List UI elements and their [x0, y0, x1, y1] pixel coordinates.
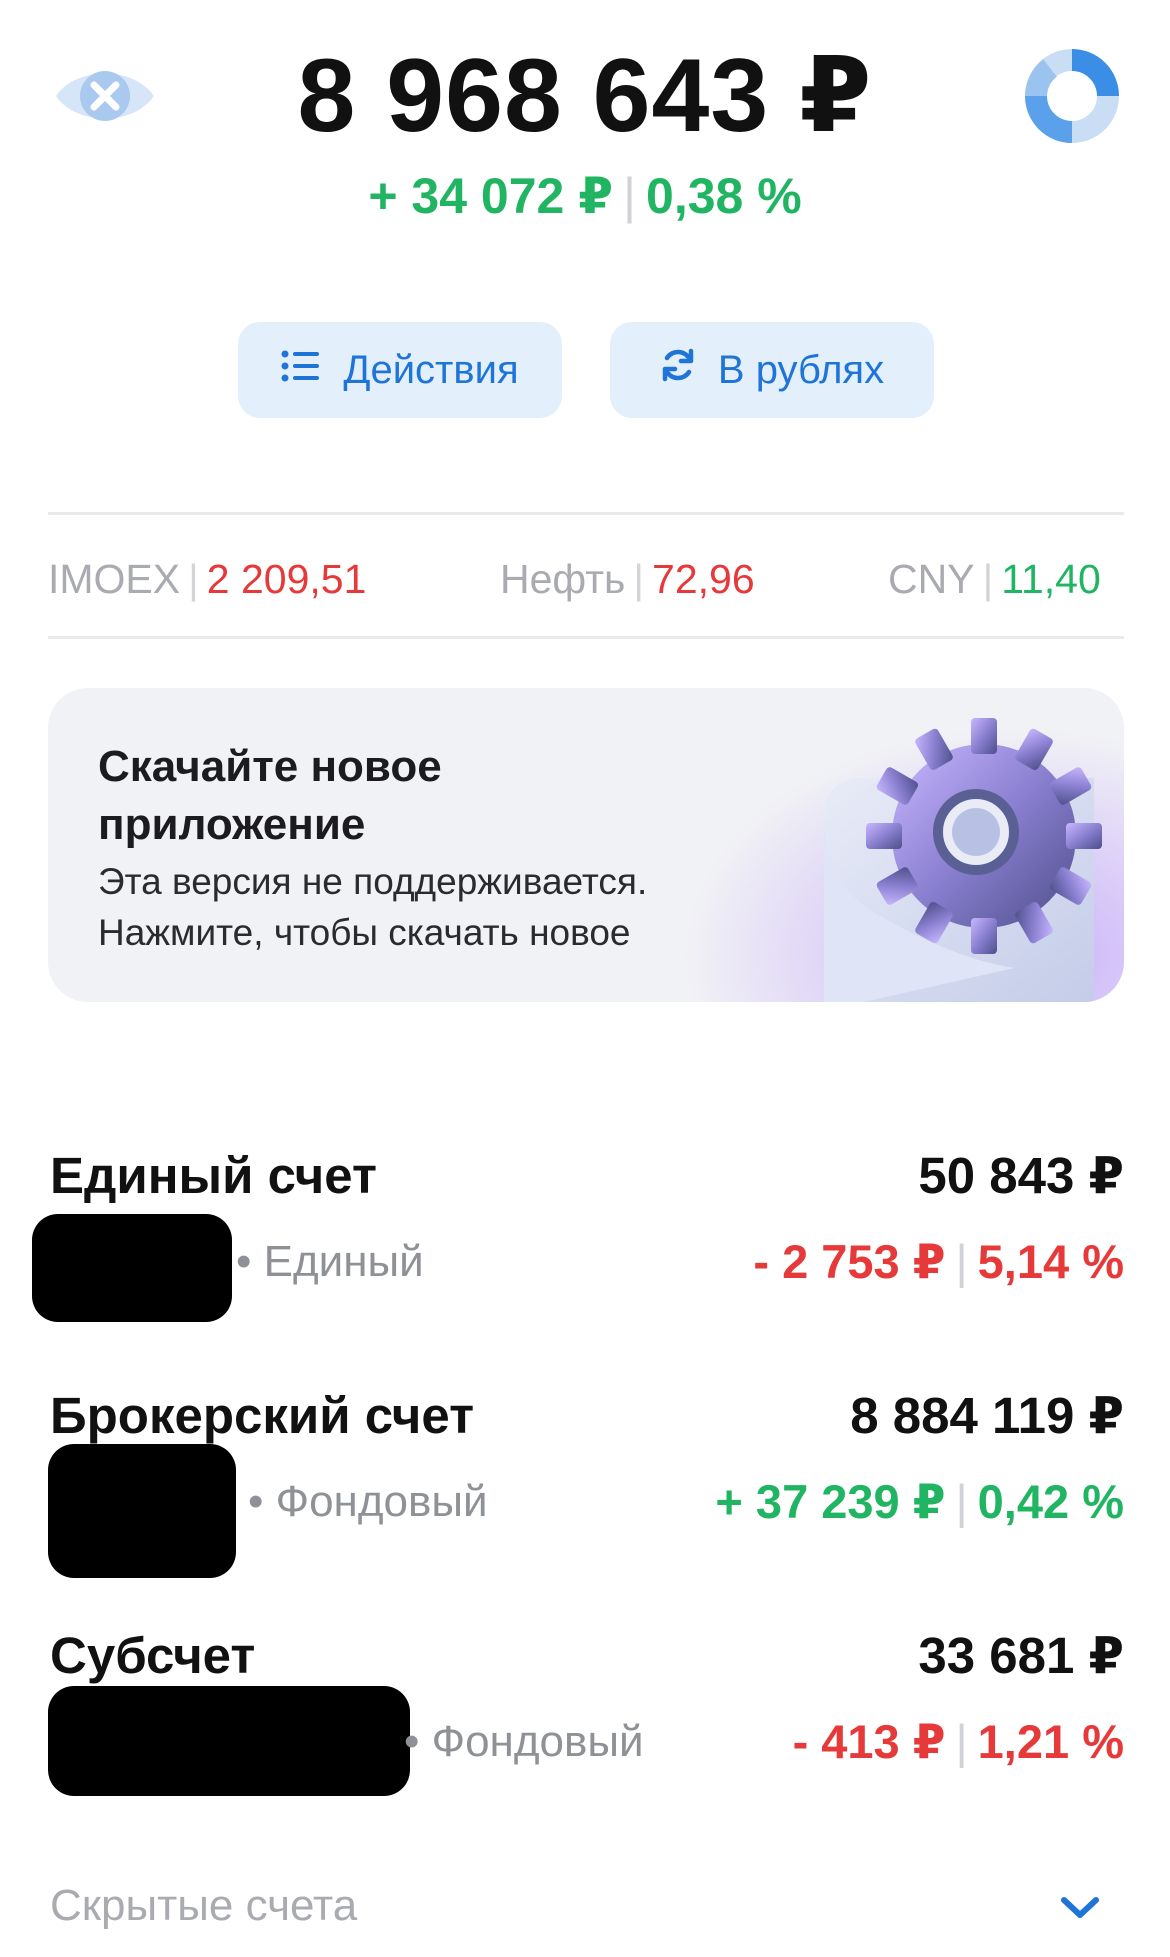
account-value: 8 884 119 ₽	[850, 1387, 1124, 1444]
redacted-account-number	[48, 1444, 236, 1578]
gear-illustration	[754, 718, 1124, 1002]
account-name[interactable]: Брокерский счет	[50, 1386, 474, 1446]
account-type: • Фондовый	[248, 1477, 488, 1526]
divider	[48, 636, 1124, 639]
account-change: + 37 239 ₽ | 0,42 %	[715, 1474, 1124, 1530]
account-name[interactable]: Единый счет	[50, 1146, 377, 1206]
actions-button[interactable]: Действия	[238, 322, 562, 418]
portfolio-donut-icon[interactable]	[1020, 44, 1124, 148]
list-icon	[281, 348, 321, 393]
account-change-pct: 5,14 %	[977, 1235, 1124, 1288]
banner-line-1: Эта версия не поддерживается.	[98, 861, 648, 902]
account-value: 50 843 ₽	[918, 1147, 1124, 1204]
portfolio-change: + 34 072 ₽ | 0,38 %	[0, 166, 1170, 226]
ticker-value: 2 209,51	[206, 556, 367, 602]
ticker-name: IMOEX	[48, 556, 181, 602]
actions-label: Действия	[343, 347, 519, 392]
refresh-icon	[660, 347, 696, 393]
divider: |	[955, 1235, 968, 1288]
account-change-abs: - 413 ₽	[792, 1715, 946, 1768]
divider: |	[955, 1475, 968, 1528]
account-type: • Фондовый	[404, 1717, 644, 1766]
account-name[interactable]: Субсчет	[50, 1626, 255, 1686]
account-type: • Единый	[236, 1237, 424, 1286]
redacted-account-number	[32, 1214, 232, 1322]
chevron-down-icon[interactable]	[1056, 1890, 1104, 1924]
account-change-pct: 1,21 %	[977, 1715, 1124, 1768]
ticker-name: CNY	[888, 556, 975, 602]
account-change-pct: 0,42 %	[977, 1475, 1124, 1528]
portfolio-change-pct: 0,38 %	[646, 168, 802, 224]
ticker-imoex[interactable]: IMOEX | 2 209,51	[48, 554, 366, 604]
ticker-value: 72,96	[652, 556, 755, 602]
ticker-name: Нефть	[500, 556, 626, 602]
currency-toggle-button[interactable]: В рублях	[610, 322, 934, 418]
currency-label: В рублях	[717, 347, 885, 392]
ticker-cny[interactable]: CNY | 11,40	[888, 554, 1101, 604]
ticker-oil[interactable]: Нефть | 72,96	[500, 554, 755, 604]
account-change-abs: - 2 753 ₽	[753, 1235, 946, 1288]
account-change-abs: + 37 239 ₽	[715, 1475, 946, 1528]
redacted-account-number	[48, 1686, 410, 1796]
divider: |	[623, 168, 637, 224]
account-change: - 413 ₽ | 1,21 %	[793, 1714, 1124, 1770]
hidden-accounts-toggle[interactable]: Скрытые счета	[50, 1878, 357, 1934]
banner-text: Эта версия не поддерживается. Нажмите, ч…	[98, 856, 818, 958]
divider: |	[188, 556, 199, 602]
divider: |	[982, 556, 994, 602]
ticker-value: 11,40	[1001, 556, 1101, 602]
banner-line-2: Нажмите, чтобы скачать новое	[98, 912, 631, 953]
account-value: 33 681 ₽	[918, 1627, 1124, 1684]
update-app-banner[interactable]: Скачайте новое приложение Эта версия не …	[48, 688, 1124, 1002]
account-change: - 2 753 ₽ | 5,14 %	[753, 1234, 1124, 1290]
portfolio-change-abs: + 34 072 ₽	[368, 168, 614, 224]
banner-title: Скачайте новое приложение	[98, 742, 442, 849]
portfolio-total: 8 968 643 ₽	[297, 38, 873, 154]
divider: |	[955, 1715, 968, 1768]
divider	[48, 512, 1124, 515]
divider: |	[633, 556, 645, 602]
